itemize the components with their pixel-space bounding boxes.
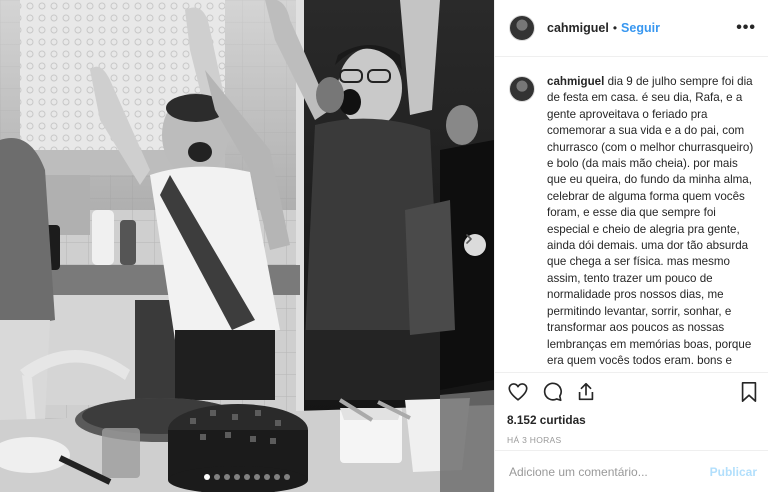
carousel-dot [274, 474, 280, 480]
carousel-dot [234, 474, 240, 480]
post-caption: cahmiguel dia 9 de julho sempre foi dia … [495, 58, 768, 371]
carousel-dot [284, 474, 290, 480]
carousel-dot [264, 474, 270, 480]
caption-body: dia 9 de julho sempre foi dia de festa e… [547, 75, 754, 371]
carousel-dot [254, 474, 260, 480]
share-button[interactable] [575, 379, 601, 405]
action-icons [507, 379, 759, 405]
likes-count[interactable]: 8.152 curtidas [507, 413, 759, 427]
heart-icon [508, 383, 528, 401]
author-username[interactable]: cahmiguel [547, 21, 609, 35]
share-icon [578, 382, 594, 401]
post-header: cahmiguel • Seguir ••• [495, 0, 768, 57]
chevron-right-icon [466, 234, 472, 244]
caption-username[interactable]: cahmiguel [547, 75, 604, 88]
comment-icon [543, 382, 562, 402]
save-button[interactable] [733, 379, 759, 405]
caption-avatar[interactable] [509, 76, 535, 102]
carousel-indicator [0, 474, 494, 480]
separator-dot: • [612, 21, 618, 35]
bookmark-icon [741, 382, 757, 402]
carousel-dot [214, 474, 220, 480]
post-actions: 8.152 curtidas HÁ 3 HORAS [495, 372, 768, 445]
post-photo[interactable] [0, 0, 494, 492]
post-side-panel: cahmiguel • Seguir ••• cahmiguel dia 9 d… [494, 0, 768, 492]
like-button[interactable] [507, 379, 533, 405]
carousel-dot [224, 474, 230, 480]
comment-button[interactable] [541, 379, 567, 405]
follow-button[interactable]: Seguir [621, 21, 660, 35]
carousel-dot [244, 474, 250, 480]
comment-input[interactable] [509, 464, 710, 479]
publish-button[interactable]: Publicar [710, 465, 757, 479]
caption-text: cahmiguel dia 9 de julho sempre foi dia … [547, 74, 757, 371]
comment-bar: Publicar [495, 450, 768, 492]
party-photo-illustration [0, 0, 494, 492]
more-options-icon[interactable]: ••• [736, 19, 756, 37]
carousel-dot [204, 474, 210, 480]
next-slide-button[interactable] [464, 234, 486, 256]
avatar[interactable] [509, 15, 535, 41]
post-timestamp[interactable]: HÁ 3 HORAS [507, 435, 759, 445]
